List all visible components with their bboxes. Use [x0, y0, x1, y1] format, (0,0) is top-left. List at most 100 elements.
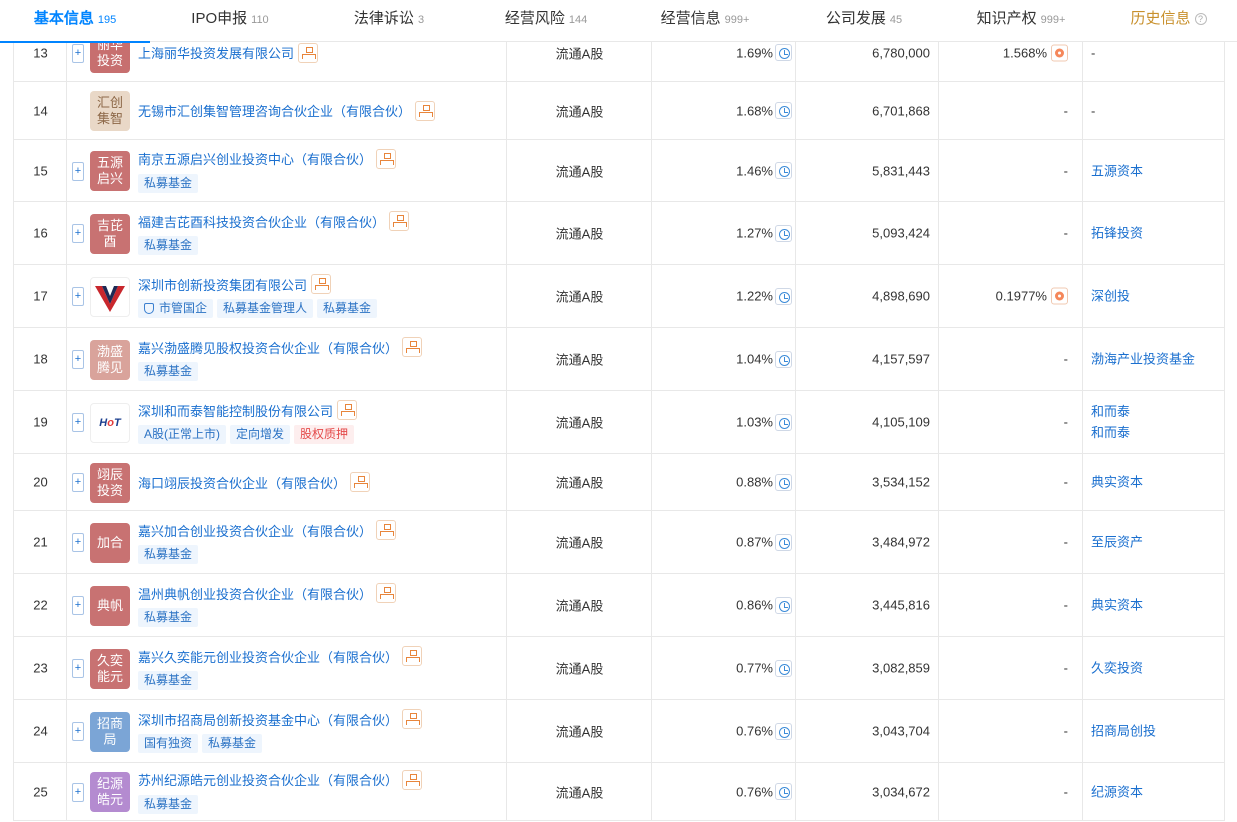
company-name-link[interactable]: 嘉兴渤盛腾见股权投资合伙企业（有限合伙） — [138, 338, 398, 357]
history-clock-icon[interactable] — [775, 102, 792, 119]
org-chart-icon[interactable] — [376, 148, 397, 169]
related-link[interactable]: 久奕投资 — [1091, 658, 1143, 679]
expand-button[interactable]: + — [72, 413, 84, 432]
org-chart-icon[interactable] — [402, 337, 423, 357]
tab-5[interactable]: 公司发展 45 — [786, 0, 942, 42]
expand-button[interactable]: + — [72, 224, 84, 243]
org-chart-icon[interactable] — [376, 520, 397, 540]
table-row: 22 + 典帆 温州典帆创业投资合伙企业（有限合伙） 私募基金 流通A股 0.86% 3,44… — [14, 574, 1224, 637]
related-link[interactable]: 和而泰 — [1091, 422, 1130, 443]
shareholder-cell: + 吉芘 酉福建吉芘酉科技投资合伙企业（有限合伙） 私募基金 — [67, 202, 507, 264]
tab-1[interactable]: IPO申报 110 — [150, 0, 310, 42]
expand-button[interactable]: + — [72, 43, 84, 63]
company-logo: 五源 启兴 — [90, 151, 130, 191]
history-clock-icon[interactable] — [775, 413, 792, 431]
expand-button[interactable]: + — [72, 161, 84, 181]
holding-ratio: 0.76% — [736, 783, 792, 800]
share-count-cell: 3,445,816 — [796, 574, 939, 636]
company-name-link[interactable]: 苏州纪源皓元创业投资合伙企业（有限合伙） — [138, 770, 398, 789]
history-clock-icon[interactable] — [775, 473, 792, 491]
tab-6[interactable]: 知识产权 999+ — [942, 0, 1100, 42]
expand-button[interactable]: + — [72, 350, 84, 369]
shareholder-cell: + 渤盛 腾见 嘉兴渤盛腾见股权投资合伙企业（有限合伙） 私募基金 — [67, 328, 507, 390]
indirect-ratio: - — [1063, 351, 1068, 367]
shareholder-info: 嘉兴加合创业投资合伙企业（有限合伙） 私募基金 — [138, 520, 397, 564]
expand-button[interactable]: + — [72, 782, 84, 802]
org-chart-icon[interactable] — [402, 769, 423, 790]
company-name-link[interactable]: 深圳和而泰智能控制股份有限公司 — [138, 401, 333, 420]
index-cell: 21 — [14, 511, 67, 573]
related-link[interactable]: 典实资本 — [1091, 472, 1143, 493]
indirect-ratio-cell: - — [939, 763, 1083, 820]
org-chart-icon[interactable] — [376, 583, 397, 603]
penetration-icon[interactable] — [1051, 287, 1068, 305]
expand-button[interactable]: + — [72, 659, 84, 678]
org-chart-icon[interactable] — [298, 42, 319, 63]
history-clock-icon[interactable] — [775, 783, 792, 800]
company-name-link[interactable]: 海口翊辰投资合伙企业（有限合伙） — [138, 473, 346, 492]
history-clock-icon[interactable] — [775, 659, 792, 677]
indirect-ratio-cell: - — [939, 574, 1083, 636]
tab-3[interactable]: 经营风险 144 — [468, 0, 624, 42]
share-type: 流通A股 — [555, 226, 604, 242]
history-clock-icon[interactable] — [775, 596, 792, 614]
tab-2[interactable]: 法律诉讼 3 — [310, 0, 468, 42]
tab-4[interactable]: 经营信息 999+ — [624, 0, 786, 42]
shareholder-name-line: 嘉兴渤盛腾见股权投资合伙企业（有限合伙） — [138, 337, 423, 357]
share-count: 5,093,424 — [872, 225, 930, 241]
penetration-icon[interactable] — [1051, 44, 1068, 61]
expand-button[interactable]: + — [72, 722, 84, 741]
org-chart-icon[interactable] — [311, 274, 332, 294]
org-chart-icon[interactable] — [350, 472, 371, 492]
history-clock-icon[interactable] — [775, 162, 792, 179]
company-name-link[interactable]: 深圳市招商局创新投资基金中心（有限合伙） — [138, 710, 398, 729]
tab-7[interactable]: 历史信息? — [1100, 0, 1237, 42]
company-name-link[interactable]: 无锡市汇创集智管理咨询合伙企业（有限合伙） — [138, 101, 411, 120]
company-name-link[interactable]: 福建吉芘酉科技投资合伙企业（有限合伙） — [138, 212, 385, 231]
org-chart-icon[interactable] — [337, 400, 358, 420]
history-clock-icon[interactable] — [775, 287, 792, 305]
history-clock-icon[interactable] — [775, 350, 792, 368]
share-count-cell: 5,093,424 — [796, 202, 939, 264]
company-name-link[interactable]: 上海丽华投资发展有限公司 — [138, 43, 294, 62]
org-chart-icon[interactable] — [402, 709, 423, 729]
company-name-link[interactable]: 温州典帆创业投资合伙企业（有限合伙） — [138, 584, 372, 603]
history-clock-icon[interactable] — [775, 722, 792, 740]
shareholder-info: 嘉兴久奕能元创业投资合伙企业（有限合伙） 私募基金 — [138, 646, 423, 690]
history-clock-icon[interactable] — [775, 44, 792, 61]
history-clock-icon[interactable] — [775, 224, 792, 242]
related-link[interactable]: 拓锋投资 — [1091, 223, 1143, 244]
history-clock-icon[interactable] — [775, 533, 792, 551]
indirect-ratio: 1.568% — [1003, 44, 1068, 61]
expand-button[interactable]: + — [72, 473, 84, 492]
expand-button[interactable]: + — [72, 287, 84, 306]
share-type: 流通A股 — [555, 352, 604, 368]
company-name-link[interactable]: 嘉兴加合创业投资合伙企业（有限合伙） — [138, 521, 372, 540]
related-list: 拓锋投资 — [1091, 223, 1143, 244]
related-link[interactable]: 深创投 — [1091, 286, 1130, 307]
related-link[interactable]: 五源资本 — [1091, 160, 1143, 181]
related-link[interactable]: 至辰资产 — [1091, 532, 1143, 553]
related-list: 典实资本 — [1091, 472, 1143, 493]
company-name-link[interactable]: 深圳市创新投资集团有限公司 — [138, 275, 307, 294]
expand-button[interactable]: + — [72, 596, 84, 615]
related-link[interactable]: 纪源资本 — [1091, 781, 1143, 802]
company-name-link[interactable]: 南京五源启兴创业投资中心（有限合伙） — [138, 149, 372, 168]
shareholder-cell: + 招商 局深圳市招商局创新投资基金中心（有限合伙） 国有独资 私募基金 — [67, 700, 507, 762]
related-link[interactable]: 渤海产业投资基金 — [1091, 349, 1195, 370]
share-type: 流通A股 — [555, 46, 604, 61]
related-link: - — [1091, 45, 1096, 60]
shareholder-cell: + 加合 嘉兴加合创业投资合伙企业（有限合伙） 私募基金 — [67, 511, 507, 573]
company-name-link[interactable]: 嘉兴久奕能元创业投资合伙企业（有限合伙） — [138, 647, 398, 666]
org-chart-icon[interactable] — [415, 100, 436, 121]
related-link[interactable]: 典实资本 — [1091, 595, 1143, 616]
expand-button[interactable]: + — [72, 533, 84, 552]
question-icon[interactable]: ? — [1194, 13, 1207, 25]
related-link[interactable]: 招商局创投 — [1091, 721, 1156, 742]
share-count: 6,780,000 — [872, 45, 930, 60]
tab-0[interactable]: 基本信息 195 — [0, 0, 150, 43]
org-chart-icon[interactable] — [402, 646, 423, 666]
org-chart-icon[interactable] — [389, 211, 410, 231]
related-link[interactable]: 和而泰 — [1091, 401, 1130, 422]
holding-ratio-cell: 1.68% — [652, 82, 796, 139]
